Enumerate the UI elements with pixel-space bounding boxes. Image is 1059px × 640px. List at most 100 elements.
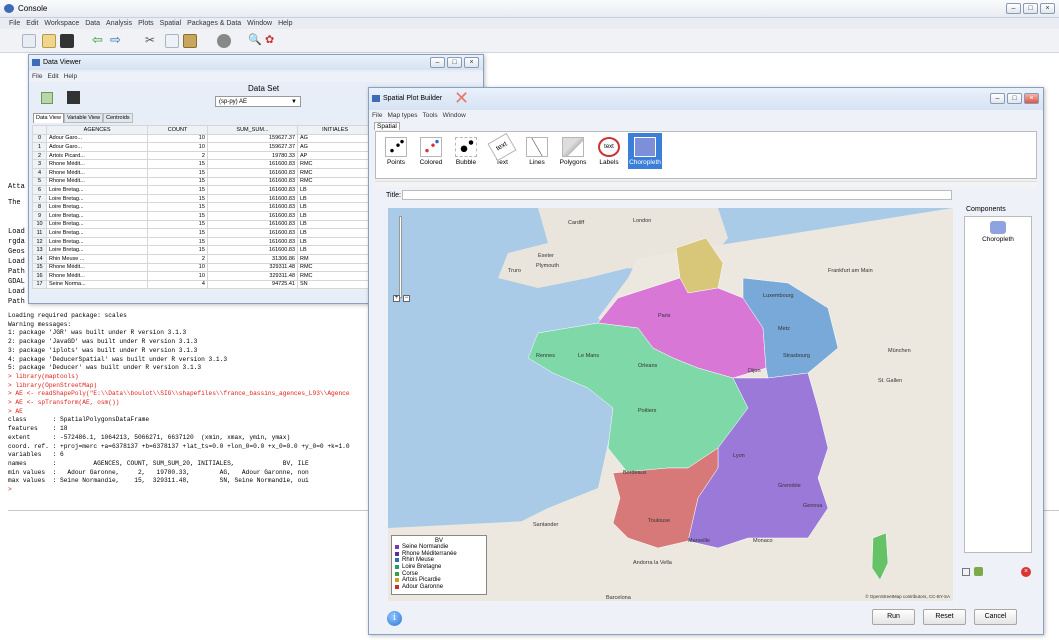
table-cell[interactable]: 15 [147,236,208,247]
table-cell[interactable]: 10 [147,142,208,152]
menu-edit[interactable]: Edit [26,18,38,29]
table-cell[interactable]: Loire Bretag... [45,185,149,195]
table-cell[interactable]: Seine Norma... [45,279,149,290]
edit-component-icon[interactable] [962,568,970,576]
table-cell[interactable]: 161600.83 [206,176,299,187]
table-cell[interactable]: LB [296,185,374,195]
menu-help[interactable]: Help [64,72,77,82]
table-cell[interactable]: Adour Garo... [45,142,149,152]
components-list[interactable]: Choropleth [964,216,1032,553]
title-input[interactable] [402,190,952,200]
table-cell[interactable]: 15 [147,167,208,178]
row-number[interactable]: 5 [32,176,47,187]
table-cell[interactable]: LB [296,219,374,230]
component-item[interactable]: Choropleth [965,217,1031,243]
menu-file[interactable]: File [32,72,42,82]
row-number[interactable]: 16 [32,271,47,281]
menu-spatial[interactable]: Spatial [160,18,181,29]
row-number[interactable]: 13 [32,245,47,255]
help-icon[interactable]: ✿ [265,34,279,48]
open-data-icon[interactable] [41,92,53,104]
table-cell[interactable]: 19780.33 [206,150,299,161]
table-cell[interactable]: 31306.86 [206,253,299,264]
table-cell[interactable]: 15 [147,219,208,230]
table-cell[interactable]: 15 [147,210,208,221]
row-number[interactable]: 14 [32,253,47,264]
polygons-tool[interactable]: Polygons [556,133,590,169]
table-cell[interactable]: AG [296,142,374,152]
row-number[interactable]: 0 [32,133,47,144]
info-icon[interactable]: i [387,611,402,626]
dataset-select[interactable]: (sp-py) AE ▼ [215,96,301,107]
table-cell[interactable]: Rhone Médit... [45,262,149,273]
menu-workspace[interactable]: Workspace [44,18,79,29]
table-cell[interactable]: 10 [147,133,208,144]
add-component-icon[interactable] [974,567,983,576]
maximize-button[interactable]: □ [1023,3,1038,14]
row-number[interactable]: 7 [32,193,47,204]
toolbar-scrollbar[interactable] [375,181,1037,187]
table-cell[interactable]: Rhone Médit... [45,271,149,281]
menu-window[interactable]: Window [443,111,466,121]
points-tool[interactable]: Points [379,133,413,169]
table-cell[interactable]: LB [296,245,374,255]
table-cell[interactable]: 161600.83 [206,159,299,169]
menu-help[interactable]: Help [278,18,292,29]
table-cell[interactable]: LB [296,193,374,204]
table-cell[interactable]: 15 [147,185,208,195]
zoom-out-button[interactable]: − [403,295,410,302]
table-cell[interactable]: 15 [147,202,208,212]
table-cell[interactable]: 159627.37 [206,133,299,144]
table-cell[interactable]: Rhone Médit... [45,159,149,169]
cancel-button[interactable]: Cancel [974,609,1017,625]
table-cell[interactable]: AG [296,133,374,144]
table-cell[interactable]: 161600.83 [206,245,299,255]
table-cell[interactable]: LB [296,228,374,238]
close-button[interactable]: × [1024,93,1039,104]
colored-tool[interactable]: Colored [414,133,448,169]
table-cell[interactable]: Rhone Médit... [45,176,149,187]
column-header[interactable]: SUM_SUM... [206,125,299,135]
save-icon[interactable] [60,34,74,48]
zoom-slider[interactable] [399,216,402,298]
row-number[interactable]: 12 [32,236,47,247]
row-number[interactable]: 9 [32,210,47,221]
column-header[interactable] [32,125,47,135]
table-cell[interactable]: Loire Bretag... [45,219,149,230]
table-cell[interactable]: 329311.48 [206,262,299,273]
table-cell[interactable]: 10 [147,271,208,281]
run-button[interactable]: Run [872,609,915,625]
table-cell[interactable]: Rhone Médit... [45,167,149,178]
tab-variable-view[interactable]: Variable View [63,113,104,123]
table-cell[interactable]: 161600.83 [206,236,299,247]
table-cell[interactable]: 15 [147,176,208,187]
table-cell[interactable]: LB [296,210,374,221]
table-cell[interactable]: 161600.83 [206,210,299,221]
table-cell[interactable]: 94725.41 [206,279,299,290]
tab-spatial[interactable]: Spatial [374,122,400,130]
table-cell[interactable]: 329311.48 [206,271,299,281]
maximize-button[interactable]: □ [447,57,462,68]
minimize-button[interactable]: – [990,93,1005,104]
table-cell[interactable]: LB [296,202,374,212]
column-header[interactable]: INITIALES [296,125,374,135]
table-cell[interactable]: LB [296,236,374,247]
save-data-icon[interactable] [67,91,80,104]
table-cell[interactable]: Loire Bretag... [45,210,149,221]
table-cell[interactable]: 15 [147,245,208,255]
menu-map-types[interactable]: Map types [387,111,417,121]
minimize-button[interactable]: – [1006,3,1021,14]
table-cell[interactable]: 10 [147,262,208,273]
copy-icon[interactable] [165,34,179,48]
table-cell[interactable]: Loire Bretag... [45,245,149,255]
table-cell[interactable]: 2 [147,253,208,264]
table-cell[interactable]: Artois Picard... [45,150,149,161]
table-cell[interactable]: RMC [296,159,374,169]
choropleth-tool[interactable]: Choropleth [628,133,662,169]
close-button[interactable]: × [1040,3,1055,14]
table-cell[interactable]: Loire Bretag... [45,202,149,212]
table-cell[interactable]: RMC [296,262,374,273]
table-cell[interactable]: Loire Bretag... [45,228,149,238]
table-cell[interactable]: 161600.83 [206,193,299,204]
column-header[interactable]: COUNT [147,125,208,135]
